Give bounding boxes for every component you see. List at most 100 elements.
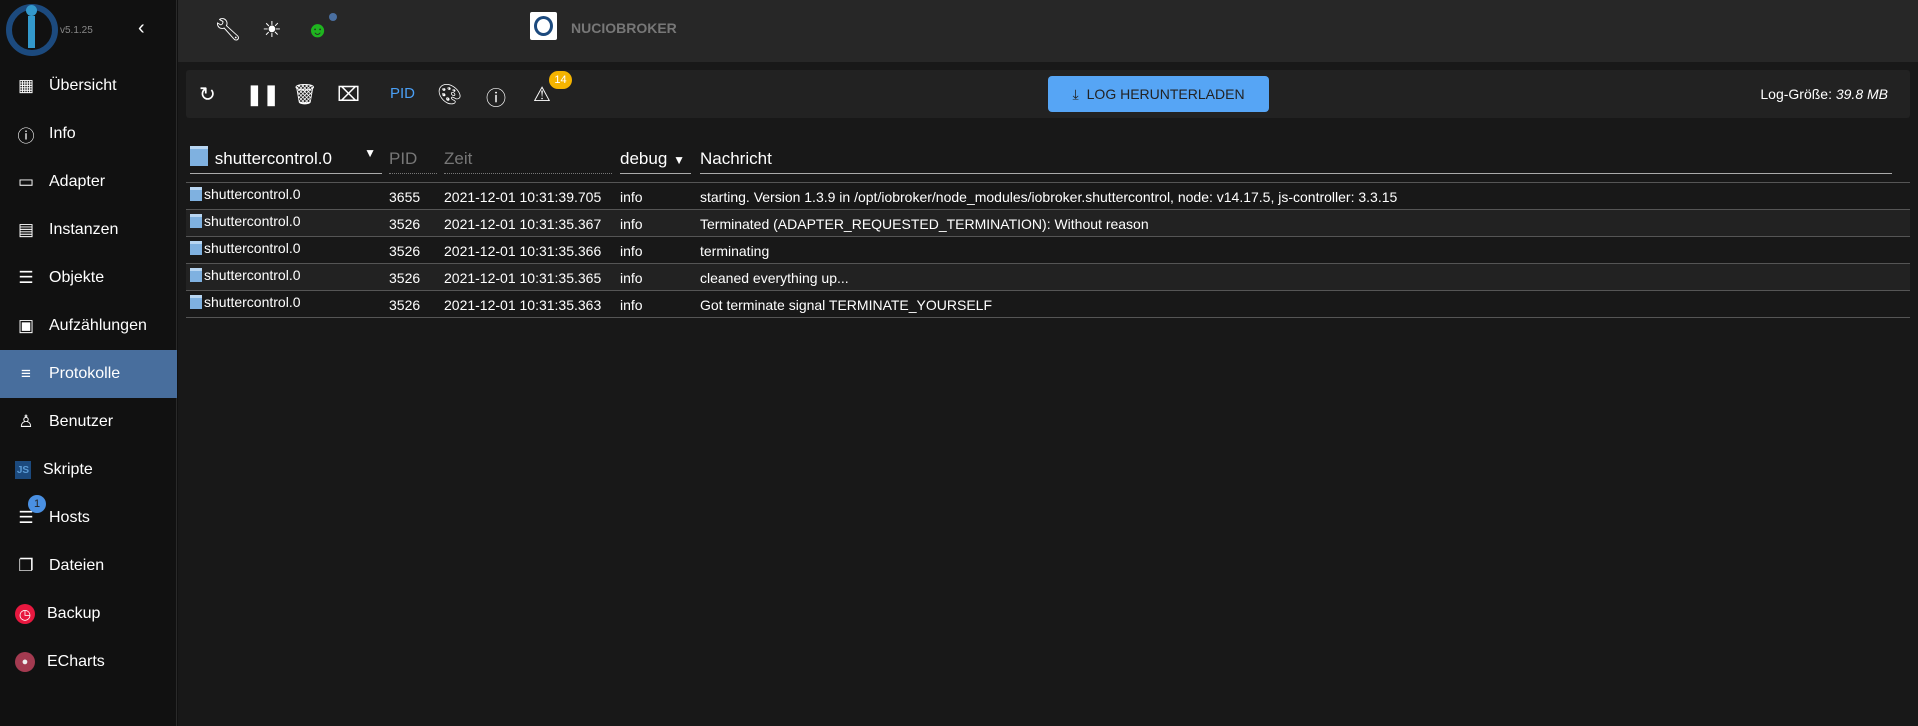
sidebar-item-info[interactable]: ⓘ Info [0,110,177,158]
source-cell: shuttercontrol.0 [190,294,301,310]
sidebar-item-label: Skripte [43,461,93,478]
level-cell: info [620,216,643,232]
sidebar-item-label: Dateien [49,557,105,574]
log-page: ↻ ❚❚ 🗑︎ ⌧ PID 🎨︎ ⓘ ⚠︎ 14 ⤓ LOG HERUNTERL… [178,62,1918,726]
message-cell: Terminated (ADAPTER_REQUESTED_TERMINATIO… [700,216,1149,232]
store-icon: ▭ [17,172,35,191]
message-cell: starting. Version 1.3.9 in /opt/iobroker… [700,189,1398,205]
user-icon: ♙ [18,412,34,431]
table-row: shuttercontrol.0 3526 2021-12-01 10:31:3… [186,291,1910,318]
level-cell: info [620,297,643,313]
version-label: v5.1.25 [60,25,93,36]
sidebar-item-label: Info [49,125,76,142]
sidebar-item-dateien[interactable]: ❐ Dateien [0,542,177,590]
refresh-icon[interactable]: ↻ [199,82,216,107]
echarts-icon: ● [15,652,35,672]
time-cell: 2021-12-01 10:31:35.363 [444,297,602,313]
sidebar-item-label: Instanzen [49,221,119,238]
hosts-badge: 1 [28,495,46,513]
host-name: NUCIOBROKER [571,20,677,36]
delete-icon[interactable]: 🗑︎ [292,82,317,107]
source-text: shuttercontrol.0 [204,213,301,229]
message-cell: Got terminate signal TERMINATE_YOURSELF [700,297,993,313]
sidebar-item-adapter[interactable]: ▭ Adapter [0,158,177,206]
sidebar-item-label: Hosts [49,509,90,526]
log-rows: shuttercontrol.0 3655 2021-12-01 10:31:3… [186,182,1910,318]
time-filter[interactable]: Zeit [444,149,612,174]
message-cell: cleaned everything up... [700,270,849,286]
palette-icon[interactable]: 🎨︎ [437,82,462,107]
sidebar-item-echarts[interactable]: ● ECharts [0,638,177,686]
download-log-button[interactable]: ⤓ LOG HERUNTERLADEN [1048,76,1269,112]
adapter-icon [190,214,202,228]
status-dot [329,13,337,21]
error-icon[interactable]: ⓘ [486,82,506,111]
source-cell: shuttercontrol.0 [190,213,301,229]
warning-count-badge: 14 [549,71,572,89]
level-cell: info [620,270,643,286]
files-icon: ❐ [18,556,34,575]
source-text: shuttercontrol.0 [204,267,301,283]
source-cell: shuttercontrol.0 [190,267,301,283]
sidebar-item-benutzer[interactable]: ♙ Benutzer [0,398,177,446]
sidebar-item-label: Benutzer [49,413,114,430]
sidebar-item-hosts[interactable]: ☰ Hosts 1 [0,494,177,542]
log-toolbar: ↻ ❚❚ 🗑︎ ⌧ PID 🎨︎ ⓘ ⚠︎ 14 ⤓ LOG HERUNTERL… [186,70,1910,118]
level-filter-value: debug [620,149,668,168]
subtitles-icon: ▤ [17,220,35,239]
log-table: shuttercontrol.0 ▼ PID Zeit debug ▼ Nachri… [186,142,1910,318]
sidebar-item-label: Protokolle [49,365,121,382]
pid-cell: 3655 [389,189,421,205]
sidebar-item-aufzählungen[interactable]: ▣ Aufzählungen [0,302,177,350]
card-icon: ▣ [17,316,35,335]
adapter-icon [190,187,202,201]
sidebar-item-objekte[interactable]: ☰ Objekte [0,254,177,302]
sidebar-item-instanzen[interactable]: ▤ Instanzen [0,206,177,254]
sidebar-item-label: Objekte [49,269,105,286]
pid-filter[interactable]: PID [389,149,437,174]
info-icon: ⓘ [17,126,35,146]
message-filter[interactable]: Nachricht [700,149,1892,174]
pid-toggle-button[interactable]: PID [390,85,415,102]
source-filter[interactable]: shuttercontrol.0 ▼ [190,146,382,174]
grid-icon: ▦ [17,76,35,95]
table-row: shuttercontrol.0 3526 2021-12-01 10:31:3… [186,264,1910,291]
time-cell: 2021-12-01 10:31:39.705 [444,189,602,205]
top-bar: 🔧︎ ☀︎ ☻ NUCIOBROKER [178,0,1918,62]
delete-log-icon[interactable]: ⌧ [337,82,360,107]
message-cell: terminating [700,243,770,259]
level-filter[interactable]: debug ▼ [620,149,691,174]
list-icon: ☰ [18,268,34,287]
source-text: shuttercontrol.0 [204,240,301,256]
pid-cell: 3526 [389,270,421,286]
sidebar-item-skripte[interactable]: JS Skripte [0,446,177,494]
source-filter-value: shuttercontrol.0 [214,149,332,168]
adapter-icon [190,268,202,282]
expert-mode-icon[interactable]: ☻ [306,17,329,43]
sidebar-item-label: Übersicht [49,77,117,94]
source-text: shuttercontrol.0 [204,294,301,310]
sidebar-item-protokolle[interactable]: ≡ Protokolle [0,350,177,398]
time-cell: 2021-12-01 10:31:35.365 [444,270,602,286]
lines-icon: ≡ [21,364,31,383]
collapse-sidebar-icon[interactable]: ‹ [138,17,145,40]
iobroker-logo[interactable] [6,4,58,56]
theme-toggle-icon[interactable]: ☀︎ [262,17,282,43]
sidebar: v5.1.25 ‹ ▦ Übersicht ⓘ Info ▭ Adapter ▤ Instan… [0,0,177,726]
dropdown-arrow-icon: ▼ [364,146,376,160]
table-row: shuttercontrol.0 3526 2021-12-01 10:31:3… [186,237,1910,264]
source-text: shuttercontrol.0 [204,186,301,202]
sidebar-item-backup[interactable]: ◷ Backup [0,590,177,638]
dropdown-arrow-icon: ▼ [673,153,685,167]
sidebar-item-label: Backup [47,605,101,622]
adapter-icon [190,295,202,309]
source-cell: shuttercontrol.0 [190,186,301,202]
sidebar-item-übersicht[interactable]: ▦ Übersicht [0,62,177,110]
sidebar-nav: ▦ Übersicht ⓘ Info ▭ Adapter ▤ Instanzen ☰ Objekt… [0,62,177,686]
warning-icon[interactable]: ⚠︎ [533,82,551,107]
filter-row: shuttercontrol.0 ▼ PID Zeit debug ▼ Nachri… [186,142,1910,176]
pid-cell: 3526 [389,216,421,232]
pause-icon[interactable]: ❚❚ [246,82,280,107]
source-cell: shuttercontrol.0 [190,240,301,256]
wrench-icon[interactable]: 🔧︎ [214,17,242,43]
